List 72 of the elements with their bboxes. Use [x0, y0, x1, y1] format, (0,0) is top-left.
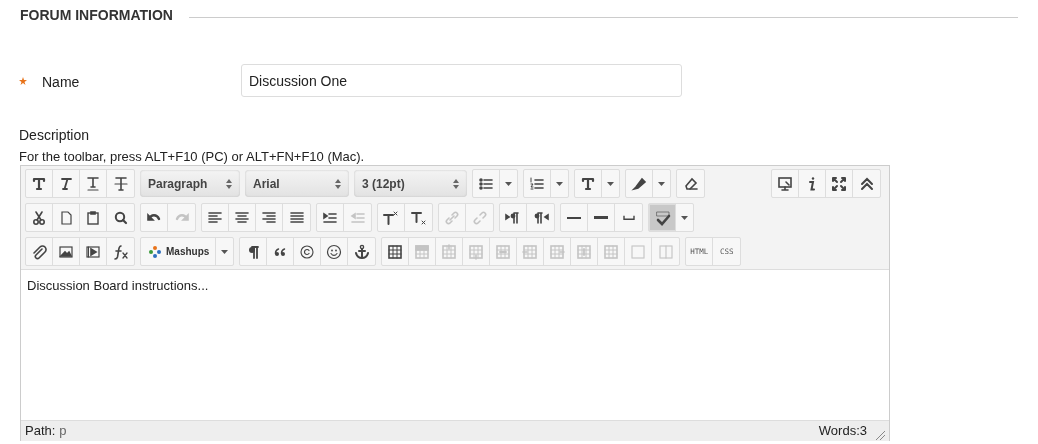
table-properties-icon — [414, 243, 431, 260]
scissors-icon — [31, 209, 47, 226]
highlighter-icon — [631, 175, 647, 192]
path-value: p — [59, 422, 67, 441]
table-row-above-icon — [441, 243, 458, 260]
link-icon — [444, 209, 460, 226]
subscript-icon — [410, 209, 427, 226]
caret-icon — [221, 249, 229, 254]
dropdown[interactable]: Paragraph — [140, 170, 240, 197]
table-cell-icon — [603, 243, 620, 260]
bold-icon — [31, 175, 47, 192]
text-direction-ltr-icon — [505, 209, 521, 226]
table-icon — [387, 243, 404, 260]
align-left-icon — [207, 209, 223, 226]
space-icon — [622, 215, 635, 220]
copyright-icon — [299, 243, 316, 260]
mashups-icon — [147, 243, 163, 260]
strikethrough-icon — [112, 175, 129, 192]
dropdown[interactable]: Arial — [245, 170, 349, 197]
table-column-right-icon — [549, 243, 566, 260]
split-cell-icon — [657, 243, 674, 260]
formula-icon — [112, 243, 129, 260]
dropdown[interactable]: 3 (12pt) — [354, 170, 467, 197]
resize-handle-icon[interactable] — [875, 429, 885, 440]
eraser-icon — [682, 175, 699, 192]
thick-line-icon — [594, 216, 608, 219]
document-icon — [58, 209, 74, 226]
name-field[interactable]: Discussion One — [241, 64, 682, 97]
dropdown-arrows-icon — [453, 178, 459, 189]
caret-icon — [556, 181, 563, 186]
horizontal-line-icon — [567, 216, 581, 219]
toolbar-hint: For the toolbar, press ALT+F10 (PC) or ALT+FN+F10 (Mac). — [18, 148, 366, 165]
table-row-below-icon — [468, 243, 485, 260]
dropdown-arrows-icon — [335, 178, 341, 189]
anchor-icon — [353, 243, 370, 260]
path-label: Path: — [25, 422, 56, 441]
unlink-icon — [471, 209, 488, 226]
description-label: Description — [18, 126, 91, 144]
text-direction-rtl-icon — [532, 209, 549, 226]
table-column-left-icon — [522, 243, 539, 260]
table-delete-row-icon — [495, 243, 512, 260]
table-delete-column-icon — [576, 243, 593, 260]
image-icon — [58, 243, 74, 260]
square-icon — [630, 243, 647, 260]
toolbar-button[interactable] — [649, 204, 676, 231]
collapse-icon — [858, 175, 875, 192]
word-count: Words:3 — [818, 422, 867, 441]
superscript-icon — [383, 209, 399, 226]
dropdown-arrows-icon — [226, 178, 232, 189]
caret-icon — [607, 181, 614, 186]
video-icon — [85, 243, 101, 260]
caret-icon — [681, 215, 688, 220]
paperclip-icon — [31, 243, 47, 260]
caret-icon — [658, 181, 665, 186]
caret-icon — [505, 181, 512, 186]
text-color-icon — [580, 175, 596, 192]
smiley-icon — [326, 243, 343, 260]
monitor-icon — [777, 175, 793, 192]
underline-icon — [85, 175, 101, 192]
editor-text: Discussion Board instructions... — [27, 277, 210, 295]
field-label: Name — [42, 73, 81, 92]
align-right-icon — [261, 209, 277, 226]
section-heading: FORUM INFORMATION — [20, 6, 173, 25]
clipboard-icon — [85, 209, 101, 226]
numbered-list-icon — [529, 175, 545, 192]
search-icon — [112, 209, 129, 226]
justify-icon — [288, 209, 305, 226]
fullscreen-icon — [831, 175, 847, 192]
bullet-list-icon — [478, 175, 494, 192]
italic-icon — [58, 175, 74, 192]
spellcheck-icon — [654, 209, 671, 226]
align-center-icon — [234, 209, 250, 226]
